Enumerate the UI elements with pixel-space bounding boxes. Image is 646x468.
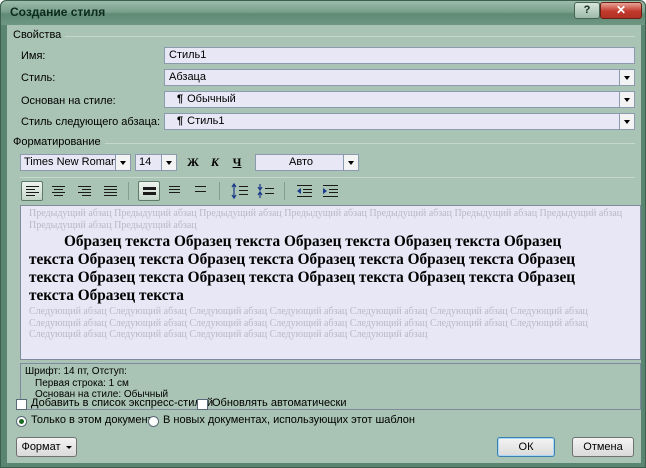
one-half-spacing-icon [169, 186, 182, 197]
sample-line: текста Образец текста [29, 287, 184, 304]
close-button[interactable]: ✕ [600, 2, 642, 19]
name-input[interactable]: Стиль1 [164, 47, 635, 64]
toolbar-separator [284, 182, 285, 200]
dialog-body: Свойства Имя: Стиль1 Стиль: Абзаца Основ… [7, 25, 641, 463]
previous-paragraph-text: Предыдущий абзац Предыдущий абзац Предыд… [29, 208, 623, 231]
based-on-label: Основан на стиле: [21, 95, 116, 107]
font-color-dropdown[interactable]: Авто [255, 154, 359, 171]
style-type-value: Абзаца [169, 71, 206, 83]
pilcrow-icon: ¶ [177, 93, 184, 105]
dialog-title: Создание стиля [10, 5, 106, 19]
new-documents-radio[interactable] [148, 416, 159, 427]
add-to-quick-styles-label[interactable]: Добавить в список экспресс-стилей [31, 397, 213, 409]
chevron-down-icon[interactable] [619, 114, 634, 129]
properties-divider [13, 36, 635, 37]
help-button[interactable]: ? [574, 2, 600, 19]
font-name-dropdown[interactable]: Times New Roman (Ос [20, 154, 131, 171]
based-on-value: Обычный [187, 93, 236, 105]
justify-button[interactable] [99, 181, 121, 201]
description-line: Первая строка: 1 см [35, 377, 129, 389]
double-spacing-icon [195, 186, 208, 197]
style-type-label: Стиль: [21, 72, 56, 84]
increase-indent-button[interactable] [320, 181, 342, 201]
ok-button[interactable]: ОК [497, 437, 555, 457]
next-paragraph-text: Следующий абзац Следующий абзац Следующи… [29, 306, 588, 340]
increase-paragraph-spacing-button[interactable] [229, 181, 251, 201]
add-to-quick-styles-checkbox[interactable] [16, 399, 27, 410]
align-right-icon [78, 186, 91, 197]
single-spacing-button[interactable] [138, 181, 160, 201]
font-name-value: Times New Roman (Ос [24, 156, 119, 168]
decrease-indent-icon [297, 185, 312, 197]
chevron-down-icon[interactable] [115, 155, 130, 170]
description-line: Шрифт: 14 пт, Отступ: [25, 366, 127, 377]
double-spacing-button[interactable] [190, 181, 212, 201]
decrease-indent-button[interactable] [294, 181, 316, 201]
name-value: Стиль1 [169, 49, 207, 61]
next-style-label: Стиль следующего абзаца: [21, 116, 161, 128]
cancel-button[interactable]: Отмена [572, 437, 634, 457]
justify-icon [104, 186, 117, 197]
pilcrow-icon: ¶ [177, 115, 184, 127]
auto-update-label[interactable]: Обновлять автоматически [212, 397, 347, 409]
one-half-spacing-button[interactable] [164, 181, 186, 201]
create-style-dialog: Создание стиля ? ✕ Свойства Имя: Стиль1 … [0, 0, 646, 468]
font-color-value: Авто [289, 156, 313, 168]
sample-line: текста Образец текста Образец текста Обр… [29, 251, 576, 268]
based-on-dropdown[interactable]: ¶ Обычный [164, 91, 635, 108]
sample-text: Образец текста Образец текста Образец те… [21, 231, 640, 305]
font-size-dropdown[interactable]: 14 [135, 154, 177, 171]
toolbar-divider [20, 177, 635, 178]
sample-line: Образец текста Образец текста Образец те… [64, 233, 562, 250]
spacing-decrease-icon [257, 184, 274, 198]
font-size-value: 14 [139, 156, 152, 168]
decrease-paragraph-spacing-button[interactable] [255, 181, 277, 201]
align-left-button[interactable] [21, 181, 43, 201]
style-type-dropdown[interactable]: Абзаца [164, 69, 635, 86]
single-spacing-icon [143, 187, 156, 198]
toolbar-separator [219, 182, 220, 200]
chevron-down-icon[interactable] [161, 155, 176, 170]
align-center-button[interactable] [47, 181, 69, 201]
name-label: Имя: [21, 50, 46, 62]
format-menu-button[interactable]: Формат [16, 437, 77, 457]
chevron-down-icon[interactable] [619, 70, 634, 85]
align-right-button[interactable] [73, 181, 95, 201]
align-left-icon [26, 186, 39, 197]
underline-button[interactable]: Ч [227, 154, 247, 171]
new-documents-label[interactable]: В новых документах, использующих этот ша… [163, 414, 415, 426]
only-this-document-label[interactable]: Только в этом документе [31, 414, 159, 426]
properties-section-title: Свойства [13, 29, 66, 41]
formatting-divider [13, 143, 635, 144]
chevron-down-icon[interactable] [619, 92, 634, 107]
sample-line: текста Образец текста Образец текста Обр… [29, 269, 576, 286]
chevron-down-icon[interactable] [343, 155, 358, 170]
only-this-document-radio[interactable] [16, 416, 27, 427]
next-style-value: Стиль1 [187, 115, 225, 127]
bold-button[interactable]: Ж [183, 154, 203, 171]
format-button-label: Формат [21, 441, 61, 453]
auto-update-checkbox[interactable] [197, 399, 208, 410]
spacing-increase-icon [231, 182, 248, 200]
increase-indent-icon [323, 185, 338, 197]
next-style-dropdown[interactable]: ¶ Стиль1 [164, 113, 635, 130]
style-preview: Предыдущий абзац Предыдущий абзац Предыд… [20, 205, 641, 360]
formatting-section-title: Форматирование [13, 136, 105, 148]
italic-button[interactable]: К [205, 154, 225, 171]
toolbar-separator [128, 182, 129, 200]
align-center-icon [52, 186, 65, 197]
caret-down-icon [65, 445, 72, 449]
title-bar[interactable]: Создание стиля ? ✕ [1, 1, 645, 25]
